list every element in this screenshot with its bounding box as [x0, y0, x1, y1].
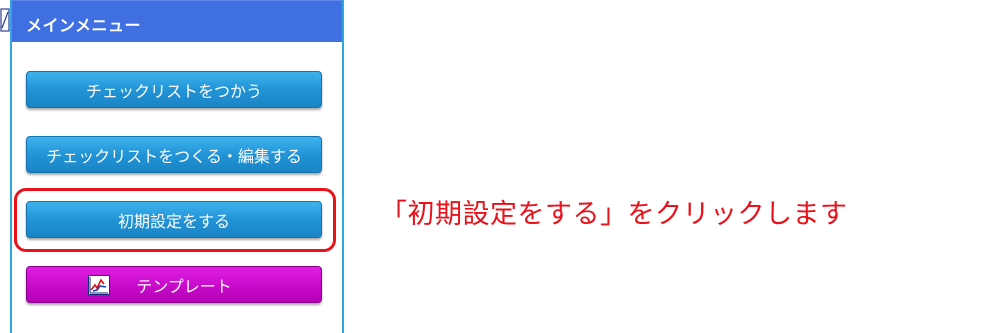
use-checklist-button[interactable]: チェックリストをつかう: [26, 71, 322, 108]
menu-title: メインメニュー: [26, 16, 142, 35]
screenshot-stage: メインメニュー チェックリストをつかう チェックリストをつくる・編集する 初期設…: [0, 0, 989, 333]
highlight-frame: [14, 188, 336, 252]
chart-icon: [88, 274, 111, 295]
create-edit-checklist-button[interactable]: チェックリストをつくる・編集する: [26, 136, 322, 173]
template-content: テンプレート: [88, 273, 232, 297]
template-button[interactable]: テンプレート: [26, 266, 322, 303]
template-label: テンプレート: [136, 276, 232, 296]
menu-header: メインメニュー: [12, 0, 342, 42]
instruction-text: 「初期設定をする」をクリックします: [380, 199, 848, 230]
use-checklist-label: チェックリストをつかう: [85, 81, 262, 101]
create-edit-checklist-label: チェックリストをつくる・編集する: [46, 146, 302, 166]
edge-icon: [0, 8, 10, 32]
